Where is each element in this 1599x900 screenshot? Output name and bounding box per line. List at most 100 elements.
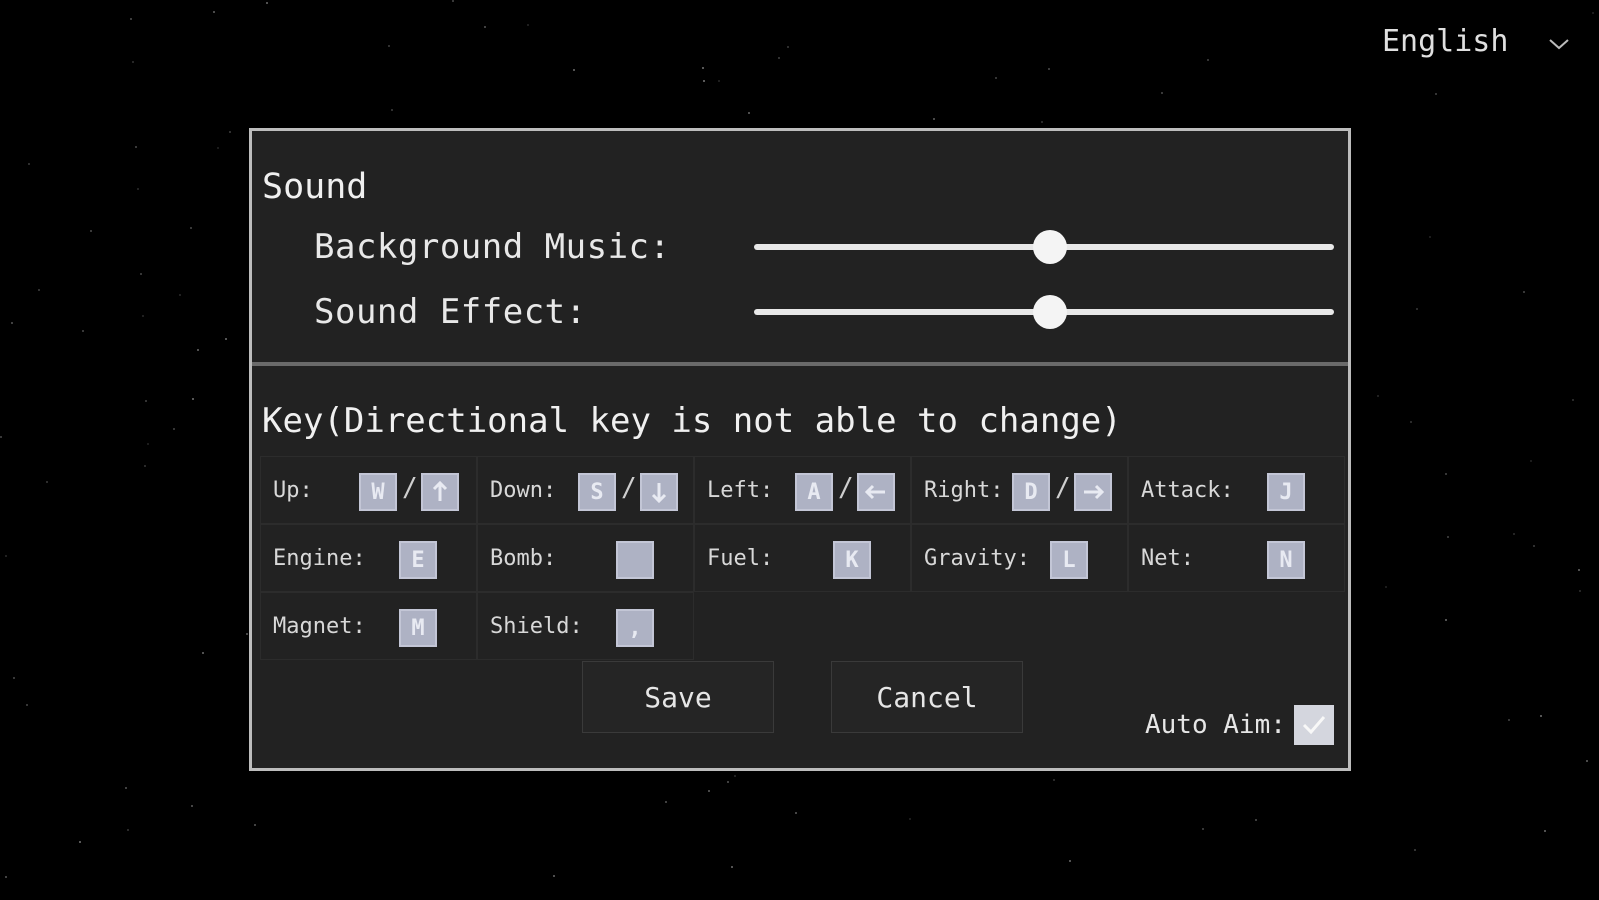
- sound-section: Sound Background Music: Sound Effect:: [252, 131, 1348, 366]
- star: [197, 349, 199, 351]
- arrow-up-icon: [421, 473, 459, 511]
- key-cell-attack: Attack: J: [1128, 456, 1345, 524]
- arrow-left-icon: [857, 473, 895, 511]
- star: [127, 829, 129, 831]
- star: [718, 80, 720, 82]
- key-binding-bomb[interactable]: [616, 541, 654, 579]
- star: [734, 775, 736, 777]
- star: [727, 781, 729, 783]
- key-binding-right[interactable]: D: [1012, 473, 1050, 511]
- star: [1592, 12, 1594, 14]
- star: [391, 109, 393, 111]
- star: [132, 61, 134, 63]
- key-cell-engine: Engine: E: [260, 524, 477, 592]
- star: [246, 633, 248, 635]
- key-binding-up[interactable]: W: [359, 473, 397, 511]
- star: [933, 118, 935, 120]
- sound-effect-slider-thumb[interactable]: [1032, 295, 1067, 329]
- key-binding-down[interactable]: S: [578, 473, 616, 511]
- star: [1540, 715, 1542, 717]
- background-music-row: Background Music:: [314, 227, 1334, 267]
- key-cell-magnet: Magnet: M: [260, 592, 477, 660]
- star: [142, 315, 144, 317]
- star: [1530, 460, 1532, 462]
- key-separator: /: [1055, 473, 1071, 503]
- star: [665, 801, 667, 803]
- background-music-slider-thumb[interactable]: [1032, 230, 1067, 264]
- sound-effect-slider[interactable]: [754, 295, 1334, 329]
- key-separator: /: [838, 473, 854, 503]
- key-binding-magnet[interactable]: M: [399, 609, 437, 647]
- key-binding-shield[interactable]: ,: [616, 609, 654, 647]
- star: [0, 436, 2, 438]
- star: [1445, 473, 1447, 475]
- background-music-slider[interactable]: [754, 230, 1334, 264]
- key-label-up: Up:: [273, 477, 313, 503]
- arrow-down-icon: [640, 473, 678, 511]
- star: [1447, 536, 1449, 538]
- star: [1207, 59, 1209, 61]
- star: [38, 289, 40, 291]
- star: [1053, 779, 1055, 781]
- star: [1041, 121, 1043, 123]
- star: [1385, 586, 1387, 588]
- key-label-engine: Engine:: [273, 545, 366, 571]
- key-separator: /: [621, 473, 637, 503]
- star: [1435, 93, 1437, 95]
- star: [217, 147, 219, 149]
- star: [266, 2, 268, 4]
- star: [909, 818, 911, 820]
- star: [708, 790, 710, 792]
- background-music-label: Background Music:: [314, 227, 671, 267]
- auto-aim-row: Auto Aim:: [1145, 705, 1334, 745]
- key-label-shield: Shield:: [490, 613, 583, 639]
- star: [778, 57, 780, 59]
- key-cell-shield: Shield: ,: [477, 592, 694, 660]
- star: [1414, 849, 1416, 851]
- star: [192, 398, 194, 400]
- star: [144, 465, 146, 467]
- arrow-right-icon: [1074, 473, 1112, 511]
- cancel-button[interactable]: Cancel: [831, 661, 1023, 733]
- key-cell-up: Up: W /: [260, 456, 477, 524]
- key-binding-net[interactable]: N: [1267, 541, 1305, 579]
- key-label-gravity: Gravity:: [924, 545, 1030, 571]
- key-binding-engine[interactable]: E: [399, 541, 437, 579]
- star: [179, 294, 181, 296]
- key-binding-fuel[interactable]: K: [833, 541, 871, 579]
- language-label: English: [1382, 24, 1509, 59]
- sound-effect-label: Sound Effect:: [314, 292, 587, 332]
- star: [202, 652, 204, 654]
- star: [254, 824, 256, 826]
- star: [748, 112, 750, 114]
- star: [147, 443, 149, 445]
- star: [1586, 760, 1588, 762]
- key-cell-right: Right: D /: [911, 456, 1128, 524]
- star: [79, 841, 81, 843]
- key-label-left: Left:: [707, 477, 774, 503]
- key-binding-attack[interactable]: J: [1267, 473, 1305, 511]
- auto-aim-checkbox[interactable]: [1293, 705, 1334, 745]
- star: [1523, 291, 1525, 293]
- key-cell-gravity: Gravity: L: [911, 524, 1128, 592]
- sound-effect-row: Sound Effect:: [314, 292, 1334, 332]
- star: [452, 0, 454, 2]
- key-binding-gravity[interactable]: L: [1050, 541, 1088, 579]
- key-label-fuel: Fuel:: [707, 545, 774, 571]
- star: [731, 866, 733, 868]
- star: [1533, 545, 1535, 547]
- star: [5, 876, 7, 878]
- star: [1377, 395, 1379, 397]
- star: [173, 428, 175, 430]
- language-select[interactable]: English: [1382, 24, 1570, 59]
- star: [1544, 830, 1546, 832]
- key-cell-bomb: Bomb:: [477, 524, 694, 592]
- key-label-right: Right:: [924, 477, 1004, 503]
- key-binding-left[interactable]: A: [795, 473, 833, 511]
- key-cell-left: Left: A /: [694, 456, 911, 524]
- star: [1410, 421, 1412, 423]
- star: [553, 875, 555, 877]
- star: [1579, 590, 1581, 592]
- star: [82, 330, 84, 332]
- save-button[interactable]: Save: [582, 661, 774, 733]
